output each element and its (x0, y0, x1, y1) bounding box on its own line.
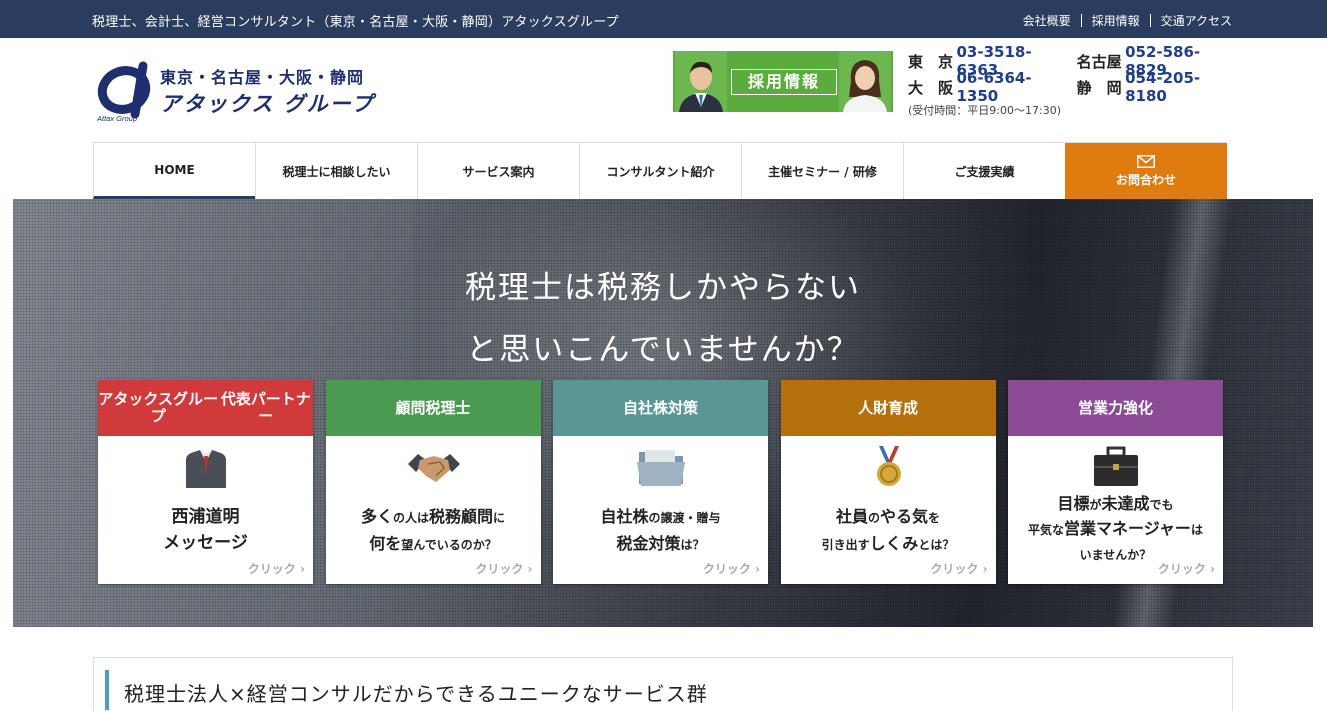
top-link-access[interactable]: 交通アクセス (1161, 12, 1232, 29)
nav-contact-label: お問合わせ (1115, 172, 1176, 187)
divider (1149, 14, 1151, 27)
phone-number[interactable]: 054-205-8180 (1125, 69, 1234, 105)
nav-consultants[interactable]: コンサルタント紹介 (579, 143, 741, 199)
top-link-recruit[interactable]: 採用情報 (1092, 12, 1140, 29)
service-card-text: 社員のやる気を 引き出すしくみとは？ (821, 507, 955, 553)
nav-services[interactable]: サービス案内 (417, 143, 579, 199)
folder-icon (633, 446, 689, 488)
nav-home[interactable]: HOME (93, 143, 255, 199)
phone-number[interactable]: 06-6364-1350 (956, 69, 1065, 105)
main-nav: HOME 税理士に相談したい サービス案内 コンサルタント紹介 主催セミナー /… (93, 142, 1227, 199)
phone-city: 静 岡 (1076, 78, 1122, 97)
service-card[interactable]: アタックスグループ 代表パートナー西浦道明 メッセージ クリック › (98, 380, 313, 584)
section-title: 税理士法人×経営コンサルだからできるユニークなサービス群 (124, 682, 708, 706)
section-accent-bar (105, 670, 109, 710)
medal-icon (861, 446, 917, 488)
briefcase-icon (1088, 446, 1144, 488)
services-section: 税理士法人×経営コンサルだからできるユニークなサービス群 (93, 657, 1233, 711)
attax-logo-icon: Attax Group (97, 61, 151, 123)
hero-banner: 税理士は税務しかやらない と思いこんでいませんか？ アタックスグループ 代表パート… (13, 199, 1313, 627)
phone-row: 大 阪 06-6364-1350 静 岡 054-205-8180 (908, 69, 1234, 105)
logo-region: 東京・名古屋・大阪・静岡 (160, 68, 365, 87)
recruit-banner[interactable]: 採用情報 (673, 51, 893, 112)
service-card-text: 自社株の譲渡・贈与 税金対策は？ (600, 507, 721, 553)
service-card-title: アタックスグループ 代表パートナー (98, 380, 313, 436)
nav-consult[interactable]: 税理士に相談したい (255, 143, 417, 199)
card-click-link[interactable]: クリック › (475, 560, 532, 577)
hero-line-1: 税理士は税務しかやらない (465, 270, 861, 306)
handshake-icon (406, 446, 462, 488)
service-card[interactable]: 営業力強化目標が未達成でも 平気な営業マネージャーは いませんか？ クリック › (1008, 380, 1223, 584)
logo-mark-text: Attax Group (97, 114, 137, 123)
service-cards: アタックスグループ 代表パートナー 西浦道明 メッセージ クリック › 顧問税理士 多くの人… (98, 380, 1223, 584)
service-card-title: 顧問税理士 (325, 380, 541, 436)
service-card-text: 多くの人は税務顧問に 何を望んでいるのか？ (360, 507, 506, 553)
divider (1080, 14, 1082, 27)
nav-seminars[interactable]: 主催セミナー / 研修 (741, 143, 903, 199)
service-card-text: 西浦道明 メッセージ (163, 507, 248, 553)
card-click-link[interactable]: クリック › (703, 560, 760, 577)
service-card-text: 目標が未達成でも 平気な営業マネージャーは いませんか？ (1028, 494, 1203, 562)
top-links: 会社概要 採用情報 交通アクセス (1023, 12, 1232, 29)
mail-icon (1137, 154, 1155, 168)
card-click-link[interactable]: クリック › (930, 560, 987, 577)
phone-city: 名古屋 (1076, 52, 1122, 71)
service-card[interactable]: 顧問税理士多くの人は税務顧問に 何を望んでいるのか？ クリック › (325, 380, 541, 584)
top-link-company[interactable]: 会社概要 (1023, 12, 1071, 29)
suit-icon (178, 446, 234, 488)
nav-results[interactable]: ご支援実績 (903, 143, 1065, 199)
contact-phones: 東 京 03-3518-6363 名古屋 052-586-8829 大 阪 06… (908, 43, 1234, 118)
phone-city: 大 阪 (908, 78, 954, 97)
service-card[interactable]: 自社株対策自社株の譲渡・贈与 税金対策は？ クリック › (553, 380, 768, 584)
female-staff-photo (839, 51, 891, 112)
card-click-link[interactable]: クリック › (248, 560, 305, 577)
male-staff-photo (675, 51, 727, 112)
phone-city: 東 京 (908, 52, 954, 71)
hero-line-2: と思いこんでいませんか？ (466, 332, 860, 368)
logo-brand: アタックス グループ (160, 92, 375, 116)
service-card-title: 営業力強化 (1008, 380, 1223, 436)
site-logo[interactable]: Attax Group 東京・名古屋・大阪・静岡 アタックス グループ (97, 58, 377, 124)
service-card-title: 自社株対策 (553, 380, 768, 436)
site-tagline: 税理士、会計士、経営コンサルタント（東京・名古屋・大阪・静岡）アタックスグループ (92, 15, 619, 30)
top-bar: 税理士、会計士、経営コンサルタント（東京・名古屋・大阪・静岡）アタックスグループ… (0, 0, 1327, 38)
service-card-title: 人財育成 (780, 380, 996, 436)
hero-headline: 税理士は税務しかやらない と思いこんでいませんか？ (13, 257, 1313, 381)
nav-contact-button[interactable]: お問合わせ (1065, 143, 1227, 199)
recruit-label: 採用情報 (731, 69, 837, 95)
card-click-link[interactable]: クリック › (1158, 560, 1215, 577)
service-card[interactable]: 人財育成社員のやる気を 引き出すしくみとは？ クリック › (780, 380, 996, 584)
